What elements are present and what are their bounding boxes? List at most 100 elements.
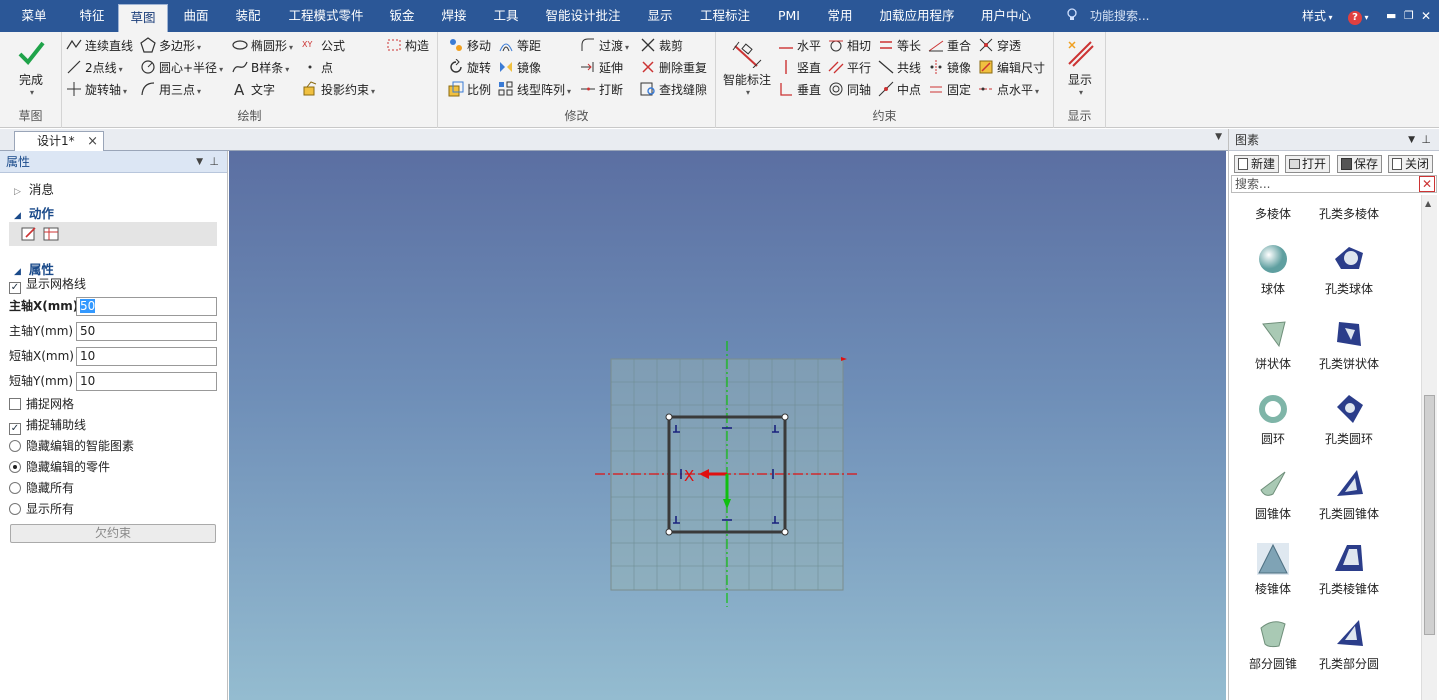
smart-dimension-button[interactable]: 智能标注 ▾ bbox=[720, 38, 774, 97]
rotation-axis-button[interactable]: 旋转轴 ▾ bbox=[66, 80, 127, 100]
find-gap-button[interactable]: 查找缝隙 bbox=[640, 80, 707, 100]
sketch-viewport[interactable]: X bbox=[229, 151, 1226, 700]
document-tab[interactable]: 设计1* × bbox=[14, 131, 104, 151]
bspline-button[interactable]: B样条 ▾ bbox=[232, 58, 289, 78]
concentric-constraint-button[interactable]: 同轴 bbox=[828, 80, 871, 100]
point-horizontal-button[interactable]: 点水平 ▾ bbox=[978, 80, 1039, 100]
menu-tab-sheet-metal[interactable]: 钣金 bbox=[378, 0, 426, 32]
design-canvas[interactable]: X bbox=[229, 151, 1226, 700]
vertical-constraint-button[interactable]: 竖直 bbox=[778, 58, 821, 78]
style-menu[interactable]: 样式 ▾ bbox=[1302, 0, 1333, 32]
minimize-icon[interactable]: ▬ bbox=[1386, 0, 1396, 32]
mirror-button[interactable]: 镜像 bbox=[498, 58, 541, 78]
scroll-up-icon[interactable]: ▲ bbox=[1425, 199, 1431, 208]
under-constrained-button[interactable]: 欠约束 bbox=[10, 524, 216, 543]
offset-button[interactable]: 等距 bbox=[498, 36, 541, 56]
polygon-button[interactable]: 多边形 ▾ bbox=[140, 36, 201, 56]
fix-constraint-button[interactable]: 固定 bbox=[928, 80, 971, 100]
remove-duplicates-button[interactable]: 删除重复 bbox=[640, 58, 707, 78]
menu-tab-user-center[interactable]: 用户中心 bbox=[974, 0, 1038, 32]
polyline-button[interactable]: 连续直线 bbox=[66, 36, 133, 56]
section-action[interactable]: ◢ 动作 bbox=[14, 203, 54, 222]
catalog-item-cone[interactable]: 圆锥体 bbox=[1233, 468, 1313, 522]
formula-button[interactable]: XY 公式 bbox=[302, 36, 345, 56]
radio-show-all[interactable]: 显示所有 bbox=[9, 500, 74, 518]
catalog-open-button[interactable]: 打开 bbox=[1285, 155, 1331, 173]
menu-tab-feature[interactable]: 特征 bbox=[68, 0, 116, 32]
catalog-item-sphere[interactable]: 球体 bbox=[1233, 243, 1313, 297]
catalog-item-hole-pie[interactable]: 孔类饼状体 bbox=[1309, 318, 1389, 372]
tab-close-icon[interactable]: × bbox=[87, 132, 98, 151]
construct-button[interactable]: 构造 bbox=[386, 36, 429, 56]
three-point-arc-button[interactable]: 用三点 ▾ bbox=[140, 80, 201, 100]
feature-search-input[interactable]: 功能搜索... bbox=[1090, 0, 1149, 32]
menu-tab-common[interactable]: 常用 bbox=[816, 0, 864, 32]
major-y-input[interactable]: 50 bbox=[76, 322, 217, 341]
catalog-item-hole-partial-cone[interactable]: 孔类部分圆 bbox=[1309, 618, 1389, 672]
perpendicular-constraint-button[interactable]: 垂直 bbox=[778, 80, 821, 100]
move-button[interactable]: 移动 bbox=[448, 36, 491, 56]
close-icon[interactable]: ✕ bbox=[1421, 0, 1431, 32]
pin-icon[interactable]: ⊥ bbox=[209, 151, 219, 173]
linear-pattern-button[interactable]: 线型阵列 ▾ bbox=[498, 80, 571, 100]
snap-guide-checkbox[interactable]: ✓ 捕捉辅助线 bbox=[9, 416, 86, 435]
horizontal-constraint-button[interactable]: 水平 bbox=[778, 36, 821, 56]
coincident-constraint-button[interactable]: 重合 bbox=[928, 36, 971, 56]
display-button[interactable]: 显示 ▾ bbox=[1058, 38, 1102, 97]
menu-tab-smart-annotation[interactable]: 智能设计批注 bbox=[540, 0, 626, 32]
radio-hide-all[interactable]: 隐藏所有 bbox=[9, 479, 74, 497]
catalog-search-input[interactable]: 搜索... ✕ bbox=[1231, 175, 1437, 193]
scrollbar-thumb[interactable] bbox=[1424, 395, 1435, 635]
catalog-item-partial-cone[interactable]: 部分圆锥 bbox=[1233, 618, 1313, 672]
catalog-save-button[interactable]: 保存 bbox=[1337, 155, 1383, 173]
finish-button[interactable]: 完成 ▾ bbox=[8, 38, 54, 97]
catalog-item-prism[interactable]: 多棱体 bbox=[1233, 205, 1313, 222]
two-point-line-button[interactable]: 2点线 ▾ bbox=[66, 58, 123, 78]
rotate-button[interactable]: 旋转 bbox=[448, 58, 491, 78]
parallel-constraint-button[interactable]: 平行 bbox=[828, 58, 871, 78]
menu-tab-menu[interactable]: 菜单 bbox=[10, 0, 58, 32]
catalog-dropdown-icon[interactable]: ▼ bbox=[1408, 129, 1415, 151]
menu-tab-engineering-part[interactable]: 工程模式零件 bbox=[280, 0, 372, 32]
minor-x-input[interactable]: 10 bbox=[76, 347, 217, 366]
pierce-constraint-button[interactable]: 穿透 bbox=[978, 36, 1021, 56]
menu-tab-display[interactable]: 显示 bbox=[636, 0, 684, 32]
collinear-constraint-button[interactable]: 共线 bbox=[878, 58, 921, 78]
help-icon[interactable]: ? ▾ bbox=[1348, 0, 1369, 32]
ellipse-button[interactable]: 椭圆形 ▾ bbox=[232, 36, 293, 56]
panel-dropdown-icon[interactable]: ▼ bbox=[196, 151, 203, 173]
edit-dimension-button[interactable]: 编辑尺寸 bbox=[978, 58, 1045, 78]
trim-button[interactable]: 裁剪 bbox=[640, 36, 683, 56]
menu-tab-welding[interactable]: 焊接 bbox=[430, 0, 478, 32]
clear-search-icon[interactable]: ✕ bbox=[1419, 176, 1435, 192]
menu-tab-sketch[interactable]: 草图 bbox=[118, 4, 168, 32]
circle-center-radius-button[interactable]: 圆心+半径 ▾ bbox=[140, 58, 223, 78]
tab-list-dropdown-icon[interactable]: ▼ bbox=[1215, 132, 1222, 142]
point-button[interactable]: 点 bbox=[302, 58, 333, 78]
tangent-constraint-button[interactable]: 相切 bbox=[828, 36, 871, 56]
menu-tab-tools[interactable]: 工具 bbox=[482, 0, 530, 32]
menu-tab-addins[interactable]: 加载应用程序 bbox=[874, 0, 960, 32]
radio-hide-edited-part[interactable]: 隐藏编辑的零件 bbox=[9, 458, 110, 476]
snap-grid-checkbox[interactable]: 捕捉网格 bbox=[9, 395, 74, 413]
catalog-new-button[interactable]: 新建 bbox=[1234, 155, 1280, 173]
fillet-button[interactable]: 过渡 ▾ bbox=[580, 36, 629, 56]
catalog-close-button[interactable]: 关闭 bbox=[1388, 155, 1434, 173]
equal-constraint-button[interactable]: 等长 bbox=[878, 36, 921, 56]
catalog-item-hole-torus[interactable]: 孔类圆环 bbox=[1309, 393, 1389, 447]
break-button[interactable]: 打断 bbox=[580, 80, 623, 100]
section-message[interactable]: ▷ 消息 bbox=[14, 179, 54, 198]
menu-tab-assembly[interactable]: 装配 bbox=[224, 0, 272, 32]
scale-button[interactable]: 比例 bbox=[448, 80, 491, 100]
catalog-item-hole-cone[interactable]: 孔类圆锥体 bbox=[1309, 468, 1389, 522]
catalog-item-hole-sphere[interactable]: 孔类球体 bbox=[1309, 243, 1389, 297]
show-grid-checkbox[interactable]: ✓ 显示网格线 bbox=[9, 275, 86, 294]
grid-resize-handle-icon[interactable] bbox=[841, 357, 847, 361]
catalog-item-pyramid[interactable]: 棱锥体 bbox=[1233, 543, 1313, 597]
catalog-item-torus[interactable]: 圆环 bbox=[1233, 393, 1313, 447]
projection-constraint-button[interactable]: 投影约束 ▾ bbox=[302, 80, 375, 100]
text-button[interactable]: A 文字 bbox=[232, 80, 275, 100]
catalog-item-hole-prism[interactable]: 孔类多棱体 bbox=[1309, 205, 1389, 222]
mirror-constraint-button[interactable]: 镜像 bbox=[928, 58, 971, 78]
catalog-item-pie[interactable]: 饼状体 bbox=[1233, 318, 1313, 372]
